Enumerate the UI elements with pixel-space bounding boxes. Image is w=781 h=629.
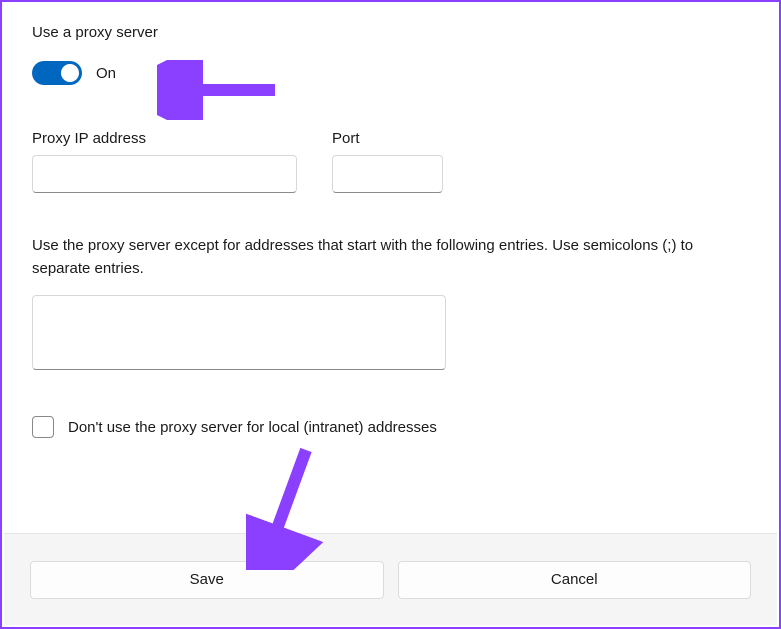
save-button[interactable]: Save [30, 561, 384, 599]
button-bar: Save Cancel [4, 533, 777, 625]
bypass-local-checkbox[interactable] [32, 416, 54, 438]
proxy-section-title: Use a proxy server [32, 24, 749, 41]
bypass-local-label: Don't use the proxy server for local (in… [68, 419, 437, 436]
exceptions-label: Use the proxy server except for addresse… [32, 235, 749, 280]
proxy-ip-label: Proxy IP address [32, 130, 297, 147]
proxy-port-label: Port [332, 130, 443, 147]
exceptions-textarea[interactable] [32, 295, 446, 370]
proxy-ip-input[interactable] [32, 155, 297, 193]
cancel-button[interactable]: Cancel [398, 561, 752, 599]
toggle-knob [61, 64, 79, 82]
proxy-toggle-state-label: On [96, 65, 116, 82]
proxy-toggle[interactable] [32, 61, 82, 85]
proxy-port-input[interactable] [332, 155, 443, 193]
